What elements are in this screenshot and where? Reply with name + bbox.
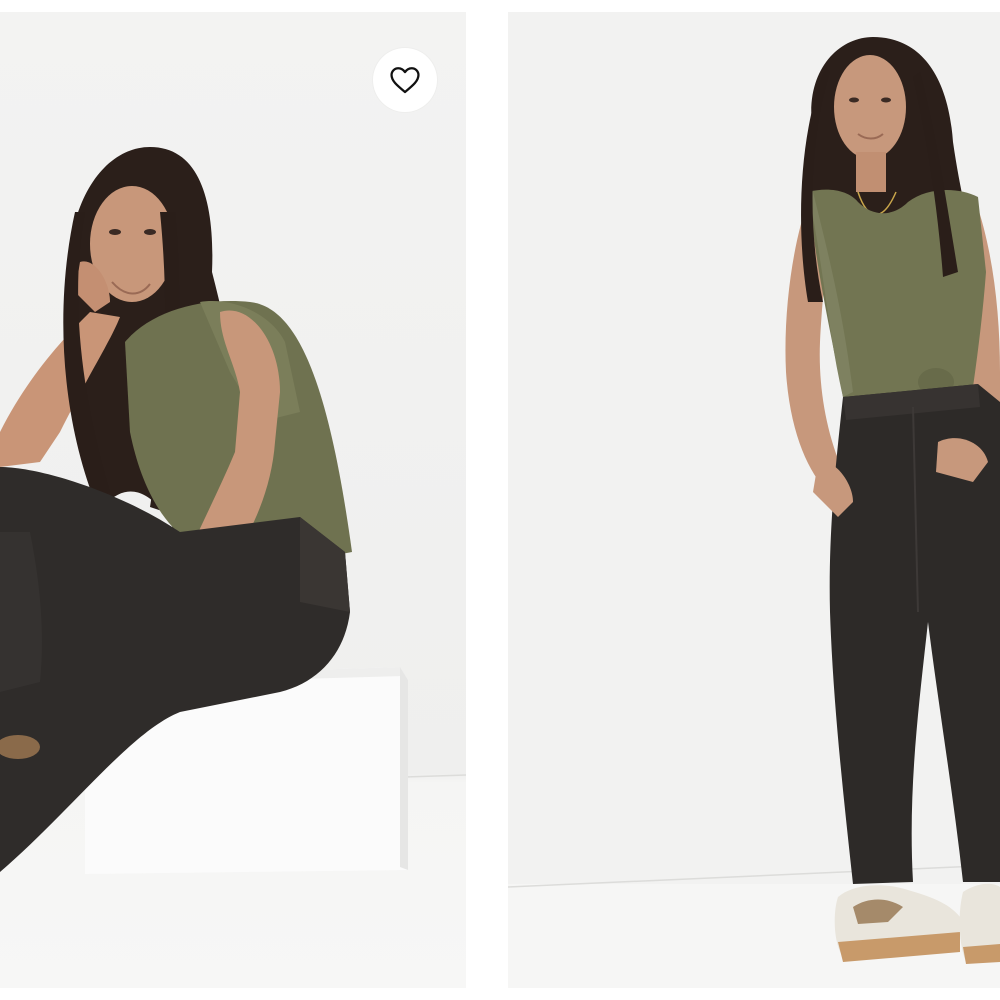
product-image-gallery: [0, 0, 1000, 1000]
heart-outline-icon: [390, 67, 420, 94]
seated-model-illustration: [0, 12, 466, 988]
wishlist-button[interactable]: [373, 48, 437, 112]
product-photo-standing[interactable]: [508, 12, 1000, 988]
product-photo-seated[interactable]: [0, 12, 466, 988]
standing-model-illustration: [508, 12, 1000, 988]
